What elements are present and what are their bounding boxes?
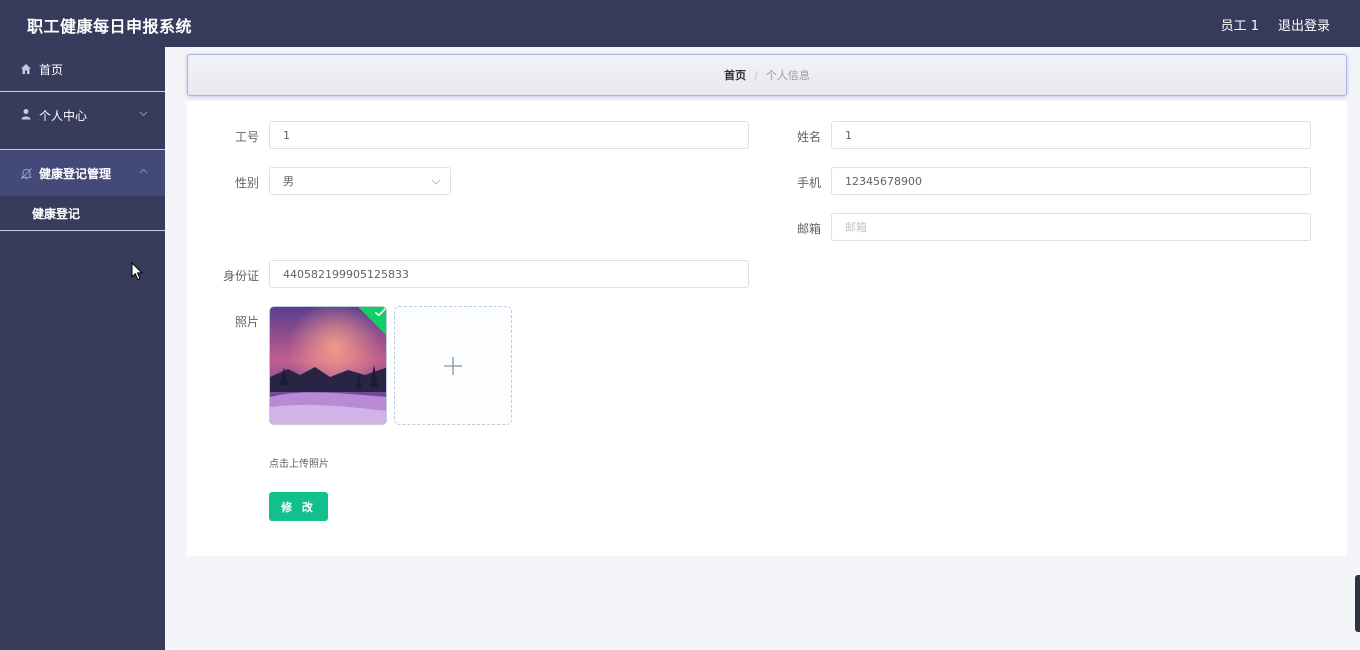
email-input[interactable]: 邮箱 [831,213,1311,241]
sidebar-item-label: 健康登记管理 [39,166,112,181]
sidebar-item-label: 首页 [39,62,64,77]
name-input[interactable]: 1 [831,121,1311,149]
name-label: 姓名 [796,130,821,144]
upload-tip: 点击上传照片 [269,459,329,470]
logout-link[interactable]: 退出登录 [1278,15,1330,34]
phone-label: 手机 [796,176,821,190]
photo-label: 照片 [234,315,259,329]
plus-icon [444,356,462,375]
check-icon [374,308,386,317]
job-no-input[interactable]: 1 [269,121,749,149]
breadcrumb-home[interactable]: 首页 [724,67,746,83]
gender-selected-value: 男 [283,175,294,188]
sidebar-subitem-health-register[interactable]: 健康登记 [0,196,165,231]
profile-form-panel: 工号 1 姓名 1 性别 男 手机 12345678900 邮箱 邮箱 身份证 … [187,101,1347,556]
sidebar-item-health-management[interactable]: 健康登记管理 [0,150,165,196]
job-no-label: 工号 [234,130,259,144]
phone-input[interactable]: 12345678900 [831,167,1311,195]
top-header: 职工健康每日申报系统 员工 1 退出登录 [0,0,1360,47]
uploaded-photo[interactable] [269,306,387,425]
breadcrumb: 首页 / 个人信息 [187,54,1347,96]
chevron-down-icon [139,107,148,117]
breadcrumb-separator: / [754,68,758,82]
header-actions: 员工 1 退出登录 [1221,15,1330,34]
scrollbar-handle[interactable] [1355,575,1360,632]
chevron-down-icon [431,177,441,190]
sidebar-item-personal-center[interactable]: 个人中心 [0,92,165,150]
user-icon [19,107,33,121]
id-card-label: 身份证 [222,269,259,283]
email-label: 邮箱 [796,222,821,236]
chevron-up-icon [139,165,148,174]
id-card-input[interactable]: 440582199905125833 [269,260,749,288]
gender-label: 性别 [234,176,259,190]
current-user[interactable]: 员工 1 [1221,15,1259,34]
modify-button[interactable]: 修 改 [269,492,328,521]
app-title: 职工健康每日申报系统 [27,17,193,36]
gender-select[interactable]: 男 [269,167,451,195]
breadcrumb-current: 个人信息 [765,69,810,82]
bell-icon [19,166,33,180]
sidebar-item-label: 个人中心 [39,109,88,123]
sidebar-item-home[interactable]: 首页 [0,47,165,92]
sidebar: 首页 个人中心 健康登记管理 健康登记 [0,47,165,650]
upload-photo-button[interactable] [394,306,512,425]
photo-thumbnail [270,307,386,424]
mouse-cursor-icon [131,261,144,285]
home-icon [19,62,33,76]
